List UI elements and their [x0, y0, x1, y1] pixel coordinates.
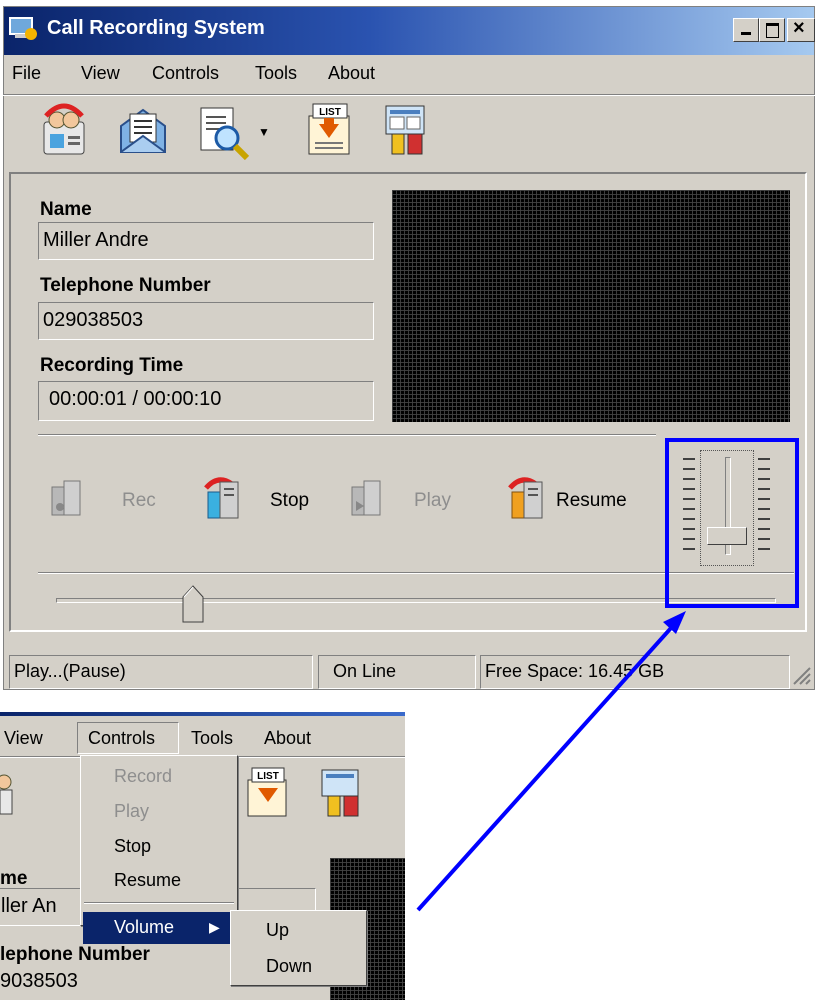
dropdown-arrow-icon[interactable]: ▼ [258, 125, 270, 139]
window-title: Call Recording System [47, 17, 265, 39]
crop-phone-label: lephone Number [0, 944, 150, 965]
menubar-divider [3, 94, 815, 96]
close-button[interactable]: × [787, 17, 815, 42]
maximize-icon [766, 23, 779, 38]
crop-menu-about[interactable]: About [264, 728, 311, 749]
menu-item-stop[interactable]: Stop [114, 836, 151, 857]
crop-list-icon: LIST [247, 767, 287, 817]
crop-settings-tools-icon [321, 769, 359, 817]
status-line: On Line [318, 655, 476, 689]
crop-menu-view[interactable]: View [4, 728, 43, 749]
recording-time-label: Recording Time [40, 355, 184, 376]
name-field: Miller Andre [38, 222, 374, 260]
play-label[interactable]: Play [414, 490, 451, 512]
telephone-number-field: 029038503 [38, 302, 374, 340]
list-icon[interactable]: LIST [305, 102, 355, 158]
menu-item-volume-label: Volume [114, 917, 175, 937]
name-label: Name [40, 199, 92, 220]
status-state: Play...(Pause) [9, 655, 313, 689]
message-icon[interactable] [118, 104, 168, 156]
level-display [392, 190, 790, 422]
svg-text:LIST: LIST [319, 107, 341, 118]
rec-icon[interactable] [50, 477, 86, 521]
submenu-item-down[interactable]: Down [266, 956, 312, 977]
status-free-space: Free Space: 16.45 GB [480, 655, 790, 689]
submenu-item-up[interactable]: Up [266, 920, 289, 941]
play-icon[interactable] [350, 477, 390, 521]
menu-view[interactable]: View [81, 63, 120, 84]
stop-label[interactable]: Stop [270, 490, 309, 512]
menu-item-volume[interactable]: Volume ▶ [83, 912, 233, 944]
crop-contacts-icon [0, 774, 13, 815]
crop-menu-tools[interactable]: Tools [191, 728, 233, 749]
minimize-button[interactable] [733, 18, 759, 42]
stop-icon[interactable] [202, 474, 246, 522]
submenu-arrow-icon: ▶ [209, 919, 220, 935]
maximize-button[interactable] [759, 18, 785, 42]
search-document-icon[interactable] [197, 104, 253, 160]
close-icon: × [793, 17, 805, 39]
resume-icon[interactable] [506, 474, 550, 522]
resize-grip-icon[interactable] [790, 664, 812, 686]
svg-text:LIST: LIST [257, 771, 279, 782]
panel-divider [38, 434, 656, 436]
menu-separator [84, 902, 234, 904]
telephone-number-label: Telephone Number [40, 275, 211, 296]
menu-item-play[interactable]: Play [114, 801, 149, 822]
menu-item-record[interactable]: Record [114, 766, 172, 787]
contacts-icon[interactable] [38, 102, 94, 158]
crop-phone-value: 9038503 [0, 970, 78, 992]
menu-about[interactable]: About [328, 63, 375, 84]
menu-tools[interactable]: Tools [255, 63, 297, 84]
volume-highlight-box [665, 438, 799, 608]
settings-tools-icon[interactable] [382, 102, 432, 158]
position-thumb[interactable] [182, 585, 204, 623]
rec-label[interactable]: Rec [122, 490, 156, 512]
menu-item-resume[interactable]: Resume [114, 870, 181, 891]
minimize-icon [741, 32, 751, 35]
recording-time-field: 00:00:01 / 00:00:10 [38, 381, 374, 421]
crop-menu-controls[interactable]: Controls [88, 728, 155, 749]
menu-controls[interactable]: Controls [152, 63, 219, 84]
app-icon [9, 17, 37, 40]
crop-name-label: me [0, 868, 28, 889]
crop-menu-controls-pressed[interactable]: Controls [77, 722, 179, 754]
resume-label[interactable]: Resume [556, 490, 627, 512]
crop-titlebar-edge [0, 712, 405, 716]
menu-file[interactable]: File [12, 63, 41, 84]
